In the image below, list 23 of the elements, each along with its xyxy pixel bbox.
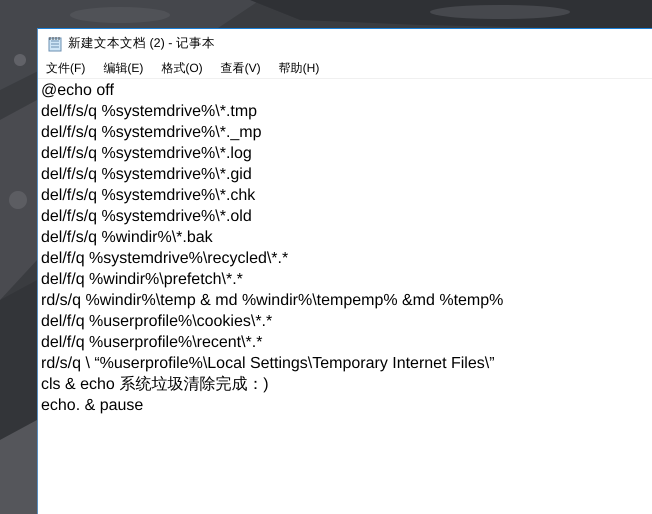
text-line: echo. & pause	[41, 396, 144, 416]
text-line: rd/s/q \ “%userprofile%\Local Settings\Temporary Internet Files\”	[41, 354, 495, 374]
notepad-icon	[47, 36, 63, 52]
text-line: del/f/s/q %systemdrive%\*.log	[41, 144, 252, 164]
text-line: del/f/q %windir%\prefetch\*.*	[41, 270, 243, 290]
menu-item[interactable]: 编辑(E)	[99, 60, 148, 76]
text-line: del/f/q %systemdrive%\recycled\*.*	[41, 249, 288, 269]
menu-item[interactable]: 文件(F)	[42, 60, 90, 76]
text-line: del/f/s/q %systemdrive%\*.gid	[41, 165, 252, 185]
text-line: del/f/s/q %systemdrive%\*.tmp	[41, 102, 258, 122]
window-title: 新建文本文档 (2) - 记事本	[68, 35, 215, 52]
text-line: del/f/q %userprofile%\cookies\*.*	[41, 312, 272, 332]
menu-item[interactable]: 查看(V)	[216, 60, 265, 76]
menu-item[interactable]: 帮助(H)	[274, 60, 324, 76]
text-line: del/f/s/q %systemdrive%\*.old	[41, 207, 252, 227]
text-line: del/f/s/q %systemdrive%\*.chk	[41, 186, 256, 206]
text-line: cls & echo 系统垃圾清除完成：)	[41, 374, 269, 395]
text-line: @echo off	[41, 81, 114, 101]
text-line: del/f/s/q %windir%\*.bak	[41, 228, 213, 248]
text-line: rd/s/q %windir%\temp & md %windir%\tempemp% &md %temp%	[41, 291, 504, 311]
menu-item[interactable]: 格式(O)	[157, 60, 207, 76]
text-line: del/f/q %userprofile%\recent\*.*	[41, 333, 262, 353]
text-line: del/f/s/q %systemdrive%\*._mp	[41, 123, 262, 143]
